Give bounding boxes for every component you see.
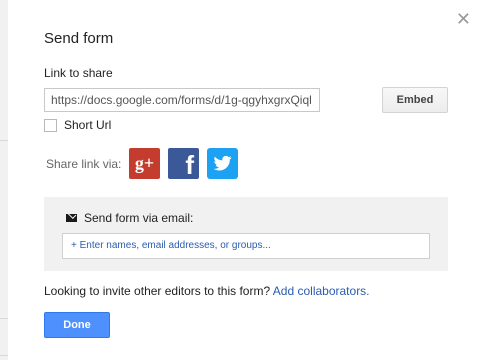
- link-to-share-label: Link to share: [44, 66, 113, 80]
- background-divider: [0, 140, 8, 141]
- facebook-glyph: f: [185, 150, 194, 180]
- done-button[interactable]: Done: [44, 312, 110, 338]
- email-heading-label: Send form via email:: [84, 211, 194, 225]
- close-icon[interactable]: ✕: [456, 10, 471, 28]
- invite-editors-question: Looking to invite other editors to this …: [44, 284, 271, 298]
- twitter-icon[interactable]: [207, 148, 238, 179]
- share-link-via-label: Share link via:: [46, 157, 122, 171]
- short-url-label: Short Url: [64, 118, 112, 132]
- embed-button[interactable]: Embed: [382, 87, 448, 113]
- facebook-icon[interactable]: f: [168, 148, 199, 179]
- share-link-field[interactable]: https://docs.google.com/forms/d/1g-qgyhx…: [44, 88, 320, 112]
- background-page: [0, 0, 8, 360]
- short-url-checkbox[interactable]: [44, 119, 57, 132]
- google-plus-icon[interactable]: g+: [129, 148, 160, 179]
- background-divider: [0, 355, 8, 356]
- envelope-icon: [66, 214, 77, 222]
- twitter-bird-icon: [213, 155, 232, 171]
- dialog-title: Send form: [44, 30, 114, 47]
- google-plus-glyph: g+: [134, 153, 155, 173]
- email-panel: Send form via email: + Enter names, emai…: [44, 197, 448, 271]
- invite-editors-text: Looking to invite other editors to this …: [44, 284, 370, 298]
- send-form-dialog: ✕ Send form Link to share https://docs.g…: [8, 0, 483, 360]
- add-collaborators-link[interactable]: Add collaborators.: [273, 284, 370, 298]
- background-divider: [0, 318, 8, 319]
- email-recipients-input[interactable]: + Enter names, email addresses, or group…: [62, 233, 430, 259]
